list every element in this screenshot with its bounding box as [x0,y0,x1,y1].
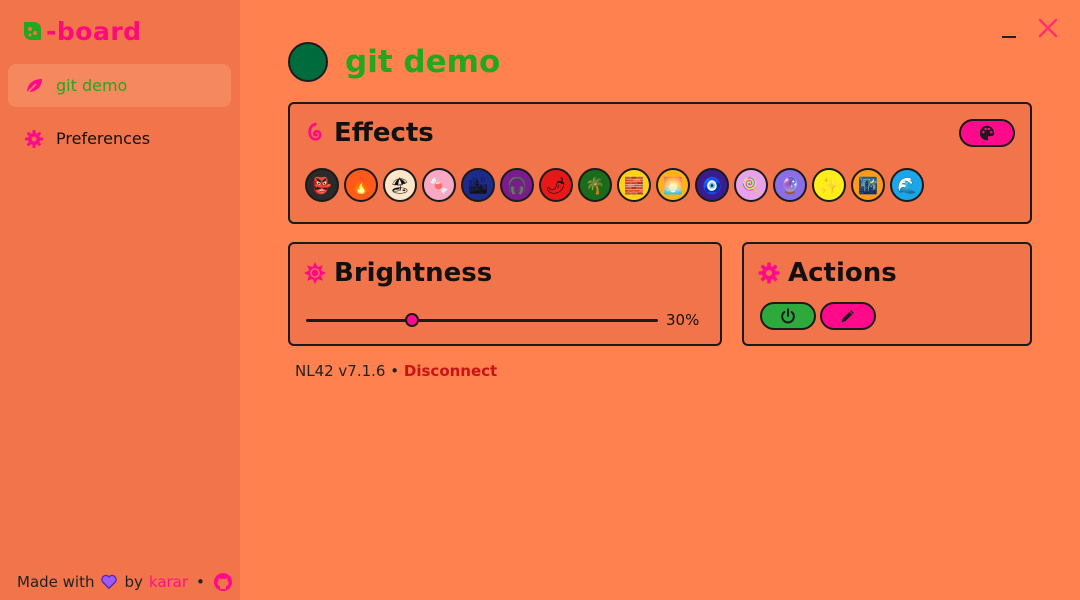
brightness-header: Brightness [304,258,492,288]
leaf-logo-icon [20,19,44,43]
brightness-card: Brightness 30% [288,242,722,346]
palm-icon: 🌴 [585,175,605,195]
brick-icon: 🧱 [624,175,644,195]
sidebar-footer: Made with by karar • [17,572,233,592]
effects-list: 👺 🔥 🏖 🍬 🏙 🎧 🌶 🌴 🧱 🌅 🧿 🍭 🔮 ✨ 🌃 🌊 [305,168,929,202]
actions-title: Actions [788,258,897,288]
edit-button[interactable] [820,302,876,330]
headphones-icon: 🎧 [507,175,527,195]
actions-list [760,302,880,330]
app-logo: -board [20,14,142,48]
sparkle-icon: ✨ [819,175,839,195]
sun-icon [304,262,326,284]
wave-icon: 🌊 [897,175,917,195]
effect-button[interactable]: 🔮 [773,168,807,202]
close-icon [1038,18,1058,38]
effect-button[interactable]: 🍬 [422,168,456,202]
slider-track [306,319,658,322]
effect-button[interactable]: 🌊 [890,168,924,202]
status-line: NL42 v7.1.6 • Disconnect [295,362,497,380]
effect-button[interactable]: 🏙 [461,168,495,202]
github-icon[interactable] [213,572,233,592]
brightness-title: Brightness [334,258,493,288]
effect-button[interactable]: 👺 [305,168,339,202]
actions-card: Actions [742,242,1032,346]
sidebar-item-label: git demo [56,76,128,95]
candy-icon: 🍬 [429,175,449,195]
effect-button[interactable]: 🏖 [383,168,417,202]
made-with-text: Made with [17,573,95,591]
crystal-icon: 🔮 [780,175,800,195]
device-header: git demo [288,42,500,82]
effects-header: Effects [304,118,434,148]
effect-button[interactable]: 🍭 [734,168,768,202]
author-link[interactable]: karar [149,573,188,591]
sidebar-item-label: Preferences [56,129,151,148]
effect-button[interactable]: 🌅 [656,168,690,202]
effect-button[interactable]: 🧱 [617,168,651,202]
beach-icon: 🏖 [389,175,411,195]
footer-separator: • [196,573,205,591]
close-button[interactable] [1036,16,1060,40]
gear-icon [758,262,780,284]
sidebar-item-preferences[interactable]: Preferences [8,117,231,160]
palette-icon [979,125,995,141]
firmware-version: NL42 v7.1.6 [295,362,386,380]
brightness-slider[interactable] [306,310,658,330]
actions-header: Actions [758,258,897,288]
device-color-indicator[interactable] [288,42,328,82]
chili-icon: 🌶 [545,175,567,195]
sidebar-item-git-demo[interactable]: git demo [8,64,231,107]
eye-icon: 🧿 [702,175,722,195]
fire-icon: 🔥 [351,175,371,195]
sidebar: -board git demo Preferences Made with by… [0,0,240,600]
pencil-icon [841,310,854,323]
leaf-icon [24,76,44,96]
minimize-icon [1002,36,1016,38]
power-icon [781,308,795,324]
effect-button[interactable]: 🧿 [695,168,729,202]
app-logo-text: -board [46,16,142,46]
gear-icon [24,129,44,149]
brightness-value: 30% [666,311,700,329]
mask-icon: 👺 [312,175,332,195]
palette-button[interactable] [959,119,1015,147]
disconnect-link[interactable]: Disconnect [404,362,497,380]
effects-card: Effects 👺 🔥 🏖 🍬 🏙 🎧 🌶 🌴 🧱 🌅 🧿 🍭 🔮 ✨ 🌃 🌊 [288,102,1032,224]
by-text: by [124,573,143,591]
effect-button[interactable]: 🌴 [578,168,612,202]
effect-button[interactable]: 🌶 [539,168,573,202]
city-icon: 🏙 [467,175,489,195]
effects-title: Effects [334,118,434,148]
sunset-icon: 🌅 [663,175,683,195]
effects-swirl-icon [304,122,326,144]
effect-button[interactable]: ✨ [812,168,846,202]
slider-thumb[interactable] [404,313,419,327]
power-button[interactable] [760,302,816,330]
effect-button[interactable]: 🎧 [500,168,534,202]
effect-button[interactable]: 🌃 [851,168,885,202]
heart-icon [100,573,118,591]
effect-button[interactable]: 🔥 [344,168,378,202]
page-title: git demo [345,44,501,80]
status-separator: • [390,362,400,380]
minimize-button[interactable] [998,22,1020,40]
lollipop-icon: 🍭 [741,175,761,195]
night-city-icon: 🌃 [858,175,878,195]
